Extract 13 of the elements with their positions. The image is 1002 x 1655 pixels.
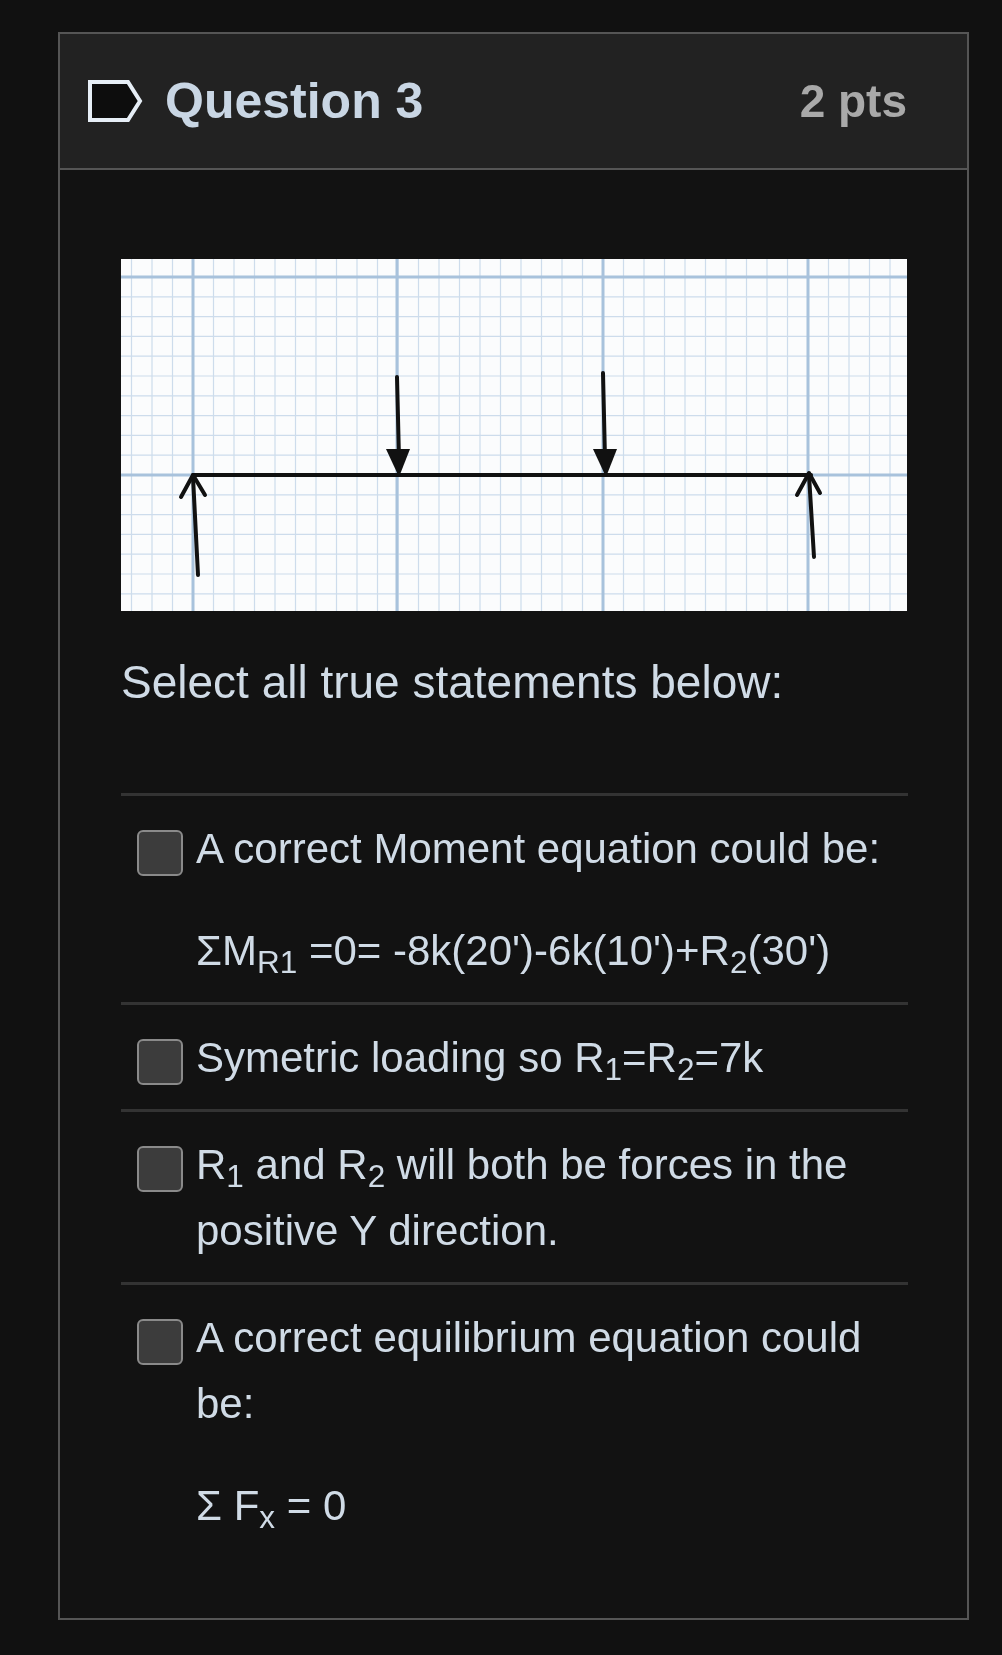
answer-text: A correct Moment equation could be: — [196, 824, 882, 874]
checkbox[interactable] — [137, 1039, 183, 1085]
checkbox[interactable] — [137, 1319, 183, 1365]
checkbox[interactable] — [137, 1146, 183, 1192]
checkbox[interactable] — [137, 830, 183, 876]
answer-text: A correct equilibrium equation could be: — [196, 1313, 863, 1429]
tag-icon[interactable] — [87, 79, 143, 123]
question-prompt: Select all true statements below: — [121, 655, 785, 710]
equation-text: ΣM$_{R1}$ =0= -8k(20')-6k(10')+R$_{2}$(30') — [196, 926, 832, 982]
answer-text: Symetric loading so R$_{1}$=R$_{2}$=7k — [196, 1033, 765, 1089]
question-title: Question 3 — [165, 76, 424, 126]
equation-text: Σ F$_{x}$ = 0 — [196, 1481, 348, 1537]
answer-text: R$_{1}$ and R$_{2}$ will both be forces in the positive Y direction. — [196, 1140, 849, 1256]
